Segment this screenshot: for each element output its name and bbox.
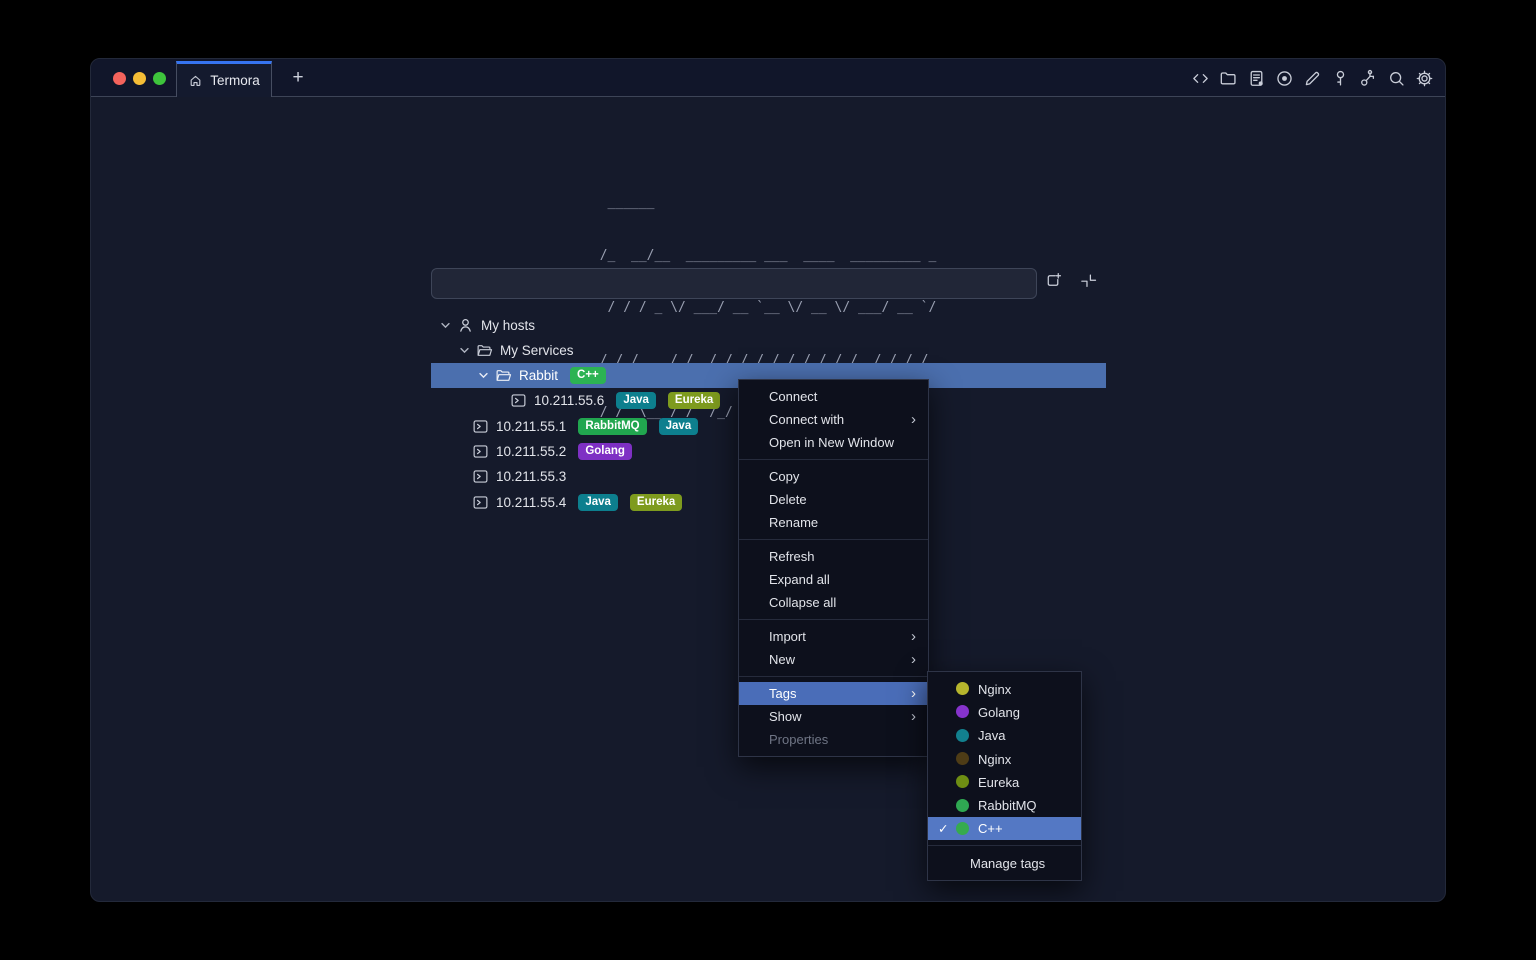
tag-badge: Golang [578,443,632,460]
add-host-icon[interactable] [1044,271,1063,290]
tag-badge: Eureka [630,494,682,511]
submenu-item-tag[interactable]: Java [928,724,1081,747]
chevron-down-icon[interactable] [458,344,471,357]
minimize-button[interactable] [133,72,146,85]
tree-item-my-hosts[interactable]: My hosts [439,313,535,338]
tag-color-dot [956,752,969,765]
folder-icon[interactable] [1219,69,1238,88]
menu-item-copy[interactable]: Copy [739,465,928,488]
keychain-icon[interactable] [1359,69,1378,88]
user-icon [457,317,474,334]
host-label: 10.211.55.2 [496,444,566,459]
tag-color-dot [956,729,969,742]
tags-submenu: Nginx Golang Java Nginx Eureka RabbitMQ [927,671,1082,881]
edit-icon[interactable] [1303,69,1322,88]
terminal-icon [510,392,527,409]
submenu-arrow-icon: › [911,412,916,427]
host-label: 10.211.55.6 [534,393,604,408]
submenu-arrow-icon: › [911,686,916,701]
tree-item-host[interactable]: 10.211.55.4 Java Eureka [472,490,682,515]
log-icon[interactable] [1247,69,1266,88]
menu-item-connect[interactable]: Connect [739,385,928,408]
menu-item-rename[interactable]: Rename [739,511,928,534]
app-window: Termora + [90,58,1446,902]
menu-item-expand-all[interactable]: Expand all [739,568,928,591]
tree-item-label: My Services [500,343,574,358]
folder-open-icon [495,367,512,384]
menu-item-show[interactable]: Show› [739,705,928,728]
menu-item-manage-tags[interactable]: Manage tags [928,851,1081,875]
tree-item-my-services[interactable]: My Services [458,338,574,363]
folder-open-icon [476,342,493,359]
menu-item-collapse-all[interactable]: Collapse all [739,591,928,614]
tree-item-host[interactable]: 10.211.55.1 RabbitMQ Java [472,414,698,439]
menu-divider [739,539,928,540]
tag-badge: Java [659,418,699,435]
zoom-button[interactable] [153,72,166,85]
tag-badge: C++ [570,367,606,384]
tree-item-host[interactable]: 10.211.55.6 Java Eureka [510,388,720,413]
home-icon [188,73,203,88]
submenu-item-tag-checked[interactable]: ✓ C++ [928,817,1081,840]
submenu-arrow-icon: › [911,709,916,724]
key-icon[interactable] [1331,69,1350,88]
host-label: 10.211.55.3 [496,469,566,484]
menu-item-import[interactable]: Import› [739,625,928,648]
menu-item-delete[interactable]: Delete [739,488,928,511]
submenu-item-tag[interactable]: Nginx [928,747,1081,770]
menu-item-connect-with[interactable]: Connect with› [739,408,928,431]
submenu-arrow-icon: › [911,629,916,644]
close-button[interactable] [113,72,126,85]
tree-item-label: My hosts [481,318,535,333]
tag-badge: RabbitMQ [578,418,646,435]
terminal-icon [472,494,489,511]
traffic-lights [113,72,166,85]
chevron-down-icon[interactable] [439,319,452,332]
menu-item-open-in-new-window[interactable]: Open in New Window [739,431,928,454]
submenu-item-tag[interactable]: Golang [928,700,1081,723]
tree-item-host[interactable]: 10.211.55.3 [472,464,566,489]
search-icon[interactable] [1387,69,1406,88]
terminal-icon [472,418,489,435]
tab-label: Termora [210,73,260,88]
submenu-item-tag[interactable]: RabbitMQ [928,793,1081,816]
tag-badge: Java [578,494,618,511]
tag-badge: Java [616,392,656,409]
menu-item-refresh[interactable]: Refresh [739,545,928,568]
submenu-arrow-icon: › [911,652,916,667]
new-tab-button[interactable]: + [287,67,309,89]
tag-badge: Eureka [668,392,720,409]
menu-divider [739,676,928,677]
checkmark-icon: ✓ [938,821,956,836]
host-label: 10.211.55.4 [496,495,566,510]
tag-color-dot [956,822,969,835]
tag-color-dot [956,799,969,812]
context-menu: Connect Connect with› Open in New Window… [738,379,929,757]
menu-item-new[interactable]: New› [739,648,928,671]
menu-item-tags[interactable]: Tags› [739,682,928,705]
title-bar: Termora + [91,59,1445,97]
submenu-item-tag[interactable]: Eureka [928,770,1081,793]
chevron-down-icon[interactable] [477,369,490,382]
record-icon[interactable] [1275,69,1294,88]
menu-item-properties: Properties [739,728,928,751]
code-icon[interactable] [1191,69,1210,88]
menu-divider [739,459,928,460]
host-label: 10.211.55.1 [496,419,566,434]
submenu-item-tag[interactable]: Nginx [928,677,1081,700]
tree-item-host[interactable]: 10.211.55.2 Golang [472,439,632,464]
tab-termora[interactable]: Termora [176,61,272,97]
menu-divider [928,845,1081,846]
tag-color-dot [956,705,969,718]
terminal-icon [472,468,489,485]
terminal-icon [472,443,489,460]
layout-toggle-icon[interactable] [1079,271,1098,290]
tag-color-dot [956,682,969,695]
tree-item-label: Rabbit [519,368,558,383]
tag-color-dot [956,775,969,788]
toolbar [1191,59,1434,97]
host-search-input[interactable] [431,268,1037,299]
settings-icon[interactable] [1415,69,1434,88]
menu-divider [739,619,928,620]
